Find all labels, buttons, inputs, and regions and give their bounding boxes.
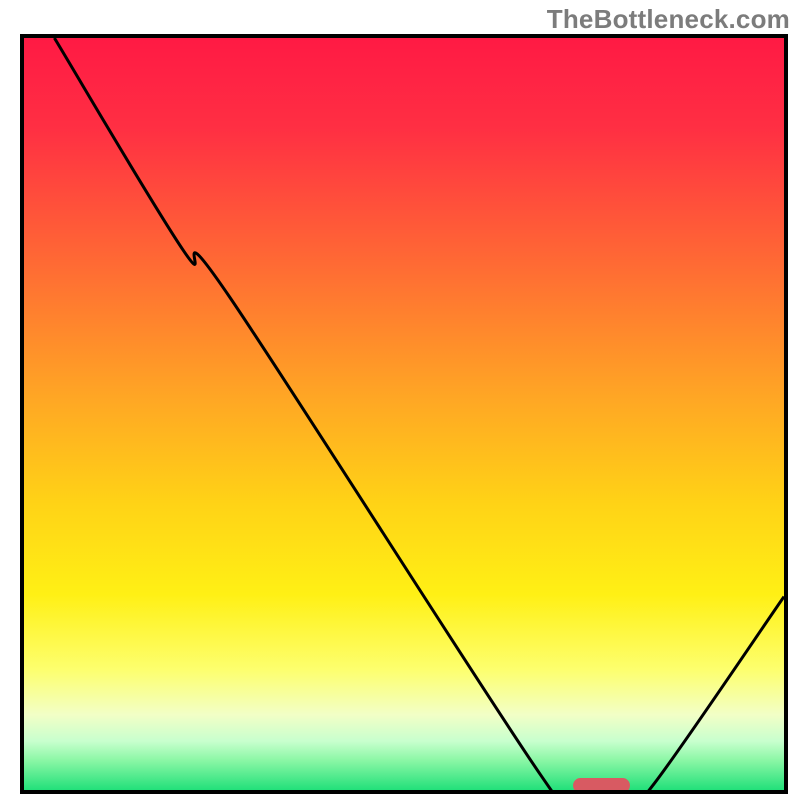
plot-area [24, 38, 784, 790]
watermark-text: TheBottleneck.com [547, 4, 790, 35]
chart-stage: TheBottleneck.com [0, 0, 800, 800]
curve-svg [24, 38, 784, 790]
bottleneck-curve-path [54, 38, 784, 790]
